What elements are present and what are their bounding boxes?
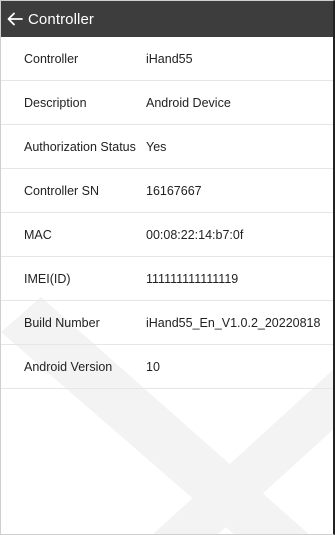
info-row-controller-sn: Controller SN 16167667 [1,169,333,213]
info-row-build-number: Build Number iHand55_En_V1.0.2_20220818 [1,301,333,345]
row-value: 10 [146,359,160,374]
row-label: Authorization Status [24,139,136,154]
row-label: Controller [24,51,79,66]
info-row-imei: IMEI(ID) 111111111111119 [1,257,333,301]
page-title: Controller [28,10,95,28]
row-value: 00:08:22:14:b7:0f [146,227,244,242]
row-label: IMEI(ID) [24,271,71,286]
row-label: Build Number [24,315,100,330]
info-row-mac: MAC 00:08:22:14:b7:0f [1,213,333,257]
app-bar: Controller [1,1,333,37]
row-label: MAC [24,227,52,242]
row-value: iHand55 [146,51,193,66]
info-row-android-version: Android Version 10 [1,345,333,389]
row-value: Android Device [146,95,231,110]
row-value: 16167667 [146,183,202,198]
info-row-description: Description Android Device [1,81,333,125]
row-value: Yes [146,139,167,154]
row-label: Controller SN [24,183,100,198]
row-label: Android Version [24,359,113,374]
info-row-controller: Controller iHand55 [1,37,333,81]
controller-info-list: Controller iHand55 Description Android D… [1,37,333,389]
info-row-authorization-status: Authorization Status Yes [1,125,333,169]
back-button[interactable] [4,1,26,37]
arrow-left-icon [7,12,23,26]
row-value: 111111111111119 [146,271,239,286]
device-screen: Controller Controller iHand55 Descriptio… [0,0,335,535]
row-value: iHand55_En_V1.0.2_20220818 [146,315,321,330]
row-label: Description [24,95,87,110]
